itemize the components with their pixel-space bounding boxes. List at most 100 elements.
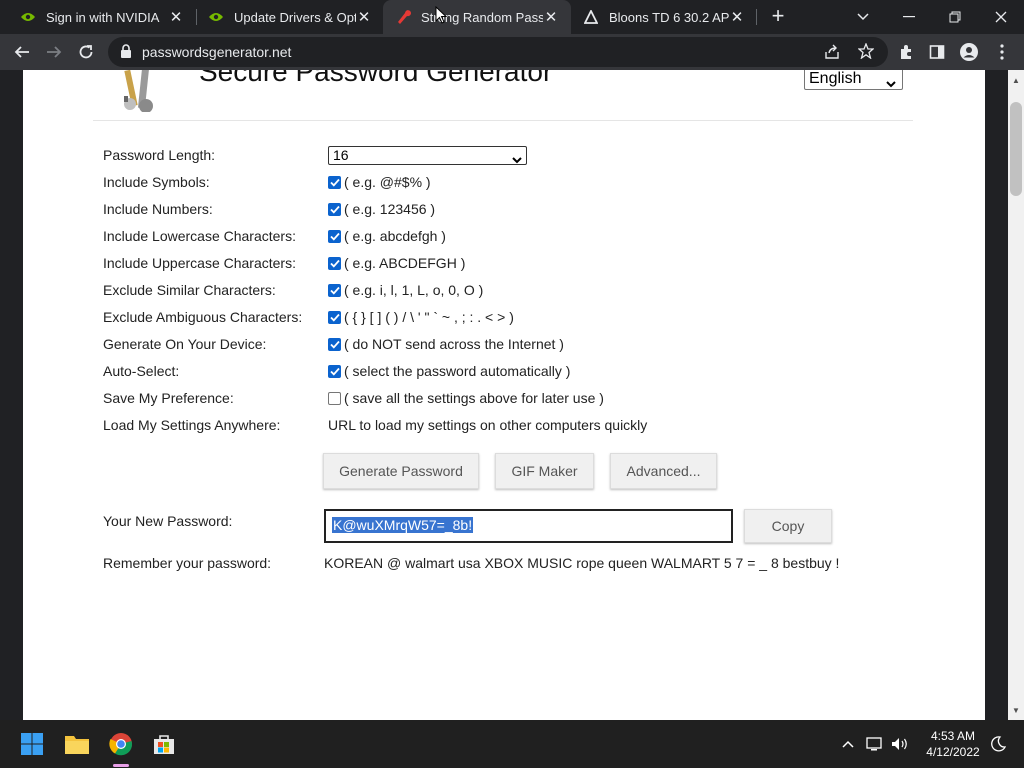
minimize-button[interactable] [886, 0, 932, 34]
include-uppercase-hint: ( e.g. ABCDEFGH ) [344, 255, 466, 271]
clock-time: 4:53 AM [930, 729, 976, 743]
advanced-button[interactable]: Advanced... [610, 453, 717, 489]
gif-maker-button[interactable]: GIF Maker [495, 453, 594, 489]
save-preference-option: ( save all the settings above for later … [328, 390, 604, 406]
lock-icon[interactable] [120, 44, 132, 63]
microsoft-store-icon[interactable] [148, 728, 180, 760]
bookmark-star-icon[interactable] [857, 42, 875, 64]
apk-triangle-icon [583, 9, 599, 25]
system-clock[interactable]: 4:53 AM 4/12/2022 [920, 728, 986, 760]
exclude-ambiguous-checkbox[interactable] [328, 310, 341, 324]
include-symbols-hint: ( e.g. @#$% ) [344, 174, 431, 190]
focus-moon-icon[interactable] [988, 734, 1008, 754]
close-window-button[interactable] [978, 0, 1024, 34]
file-explorer-icon[interactable] [61, 728, 93, 760]
tab-title: Sign in with NVIDIA [46, 9, 160, 25]
scrollbar-thumb[interactable] [1010, 102, 1022, 196]
generate-on-device-hint: ( do NOT send across the Internet ) [344, 336, 564, 352]
windows-taskbar: 4:53 AM 4/12/2022 [0, 720, 1024, 768]
include-uppercase-label: Include Uppercase Characters: [103, 255, 296, 271]
nvidia-icon [208, 9, 224, 25]
save-preference-hint: ( save all the settings above for later … [344, 390, 604, 406]
tab-password-generator[interactable]: Strong Random Passw ✕ [383, 0, 571, 34]
include-uppercase-checkbox[interactable] [328, 256, 341, 270]
password-length-select[interactable]: 16 [328, 146, 527, 165]
generate-on-device-checkbox[interactable] [328, 337, 341, 351]
tab-nvidia-signin[interactable]: Sign in with NVIDIA ✕ [0, 0, 196, 34]
password-length-value: 16 [333, 147, 349, 163]
scroll-down-arrow-icon[interactable]: ▼ [1008, 702, 1024, 718]
tab-separator [756, 9, 757, 25]
password-length-label: Password Length: [103, 147, 216, 163]
close-icon[interactable]: ✕ [543, 9, 559, 26]
restore-button[interactable] [932, 0, 978, 34]
include-numbers-hint: ( e.g. 123456 ) [344, 201, 436, 217]
exclude-ambiguous-option: ( { } [ ] ( ) / \ ' " ` ~ , ; : . < > ) [328, 309, 514, 325]
tab-search-button[interactable] [840, 0, 886, 34]
include-numbers-label: Include Numbers: [103, 201, 213, 217]
windows-start-icon[interactable] [16, 728, 48, 760]
include-lowercase-checkbox[interactable] [328, 229, 341, 243]
exclude-similar-hint: ( e.g. i, l, 1, L, o, 0, O ) [344, 282, 484, 298]
header-divider [93, 120, 913, 121]
reload-button[interactable] [72, 38, 100, 66]
include-uppercase-option: ( e.g. ABCDEFGH ) [328, 255, 465, 271]
generate-on-device-label: Generate On Your Device: [103, 336, 267, 352]
profile-avatar-icon[interactable] [955, 38, 983, 66]
save-preference-label: Save My Preference: [103, 390, 234, 406]
chrome-icon[interactable] [105, 728, 137, 760]
address-bar[interactable]: passwordsgenerator.net [108, 37, 888, 67]
keys-logo-icon [118, 70, 160, 117]
include-numbers-option: ( e.g. 123456 ) [328, 201, 435, 217]
back-button[interactable] [8, 38, 36, 66]
generate-password-button[interactable]: Generate Password [323, 453, 479, 489]
share-icon[interactable] [824, 44, 840, 65]
tab-update-drivers[interactable]: Update Drivers & Optic ✕ [188, 0, 384, 34]
include-numbers-checkbox[interactable] [328, 202, 341, 216]
site-title: Secure Password Generator [199, 70, 553, 87]
include-lowercase-label: Include Lowercase Characters: [103, 228, 296, 244]
new-tab-button[interactable]: + [766, 3, 790, 28]
new-password-field[interactable]: K@wuXMrqW57=_8b! [324, 509, 733, 543]
include-symbols-option: ( e.g. @#$% ) [328, 174, 431, 190]
exclude-ambiguous-hint: ( { } [ ] ( ) / \ ' " ` ~ , ; : . < > ) [344, 309, 514, 325]
auto-select-label: Auto-Select: [103, 363, 180, 379]
browser-toolbar: passwordsgenerator.net [0, 34, 1024, 70]
save-preference-checkbox[interactable] [328, 391, 341, 405]
auto-select-hint: ( select the password automatically ) [344, 363, 571, 379]
tab-strip: Sign in with NVIDIA ✕ Update Drivers & O… [0, 0, 1024, 34]
copy-button[interactable]: Copy [744, 509, 832, 543]
close-icon[interactable]: ✕ [168, 9, 184, 26]
load-settings-link[interactable]: URL to load my settings on other compute… [328, 417, 647, 433]
side-panel-icon[interactable] [923, 38, 951, 66]
clock-date: 4/12/2022 [926, 745, 980, 759]
include-symbols-checkbox[interactable] [328, 175, 341, 189]
exclude-similar-label: Exclude Similar Characters: [103, 282, 276, 298]
chevron-up-icon[interactable] [838, 734, 858, 754]
load-settings-label: Load My Settings Anywhere: [103, 417, 281, 433]
tab-bloons[interactable]: Bloons TD 6 30.2 APK - ✕ [571, 0, 757, 34]
extensions-icon[interactable] [892, 38, 920, 66]
page-scrollbar[interactable]: ▲ ▼ [1008, 70, 1024, 720]
close-icon[interactable]: ✕ [729, 9, 745, 26]
menu-kebab-icon[interactable] [988, 38, 1016, 66]
remember-password-text: KOREAN @ walmart usa XBOX MUSIC rope que… [324, 555, 840, 571]
forward-button[interactable] [40, 38, 68, 66]
language-select[interactable]: English [804, 70, 903, 90]
web-page: Secure Password Generator English Passwo… [23, 70, 985, 720]
scroll-up-arrow-icon[interactable]: ▲ [1008, 72, 1024, 88]
new-password-value: K@wuXMrqW57=_8b! [332, 517, 474, 533]
language-value: English [809, 70, 862, 87]
volume-icon[interactable] [890, 734, 910, 754]
auto-select-checkbox[interactable] [328, 364, 341, 378]
exclude-similar-option: ( e.g. i, l, 1, L, o, 0, O ) [328, 282, 483, 298]
exclude-similar-checkbox[interactable] [328, 283, 341, 297]
exclude-ambiguous-label: Exclude Ambiguous Characters: [103, 309, 303, 325]
auto-select-option: ( select the password automatically ) [328, 363, 570, 379]
network-icon[interactable] [865, 734, 885, 754]
generate-on-device-option: ( do NOT send across the Internet ) [328, 336, 564, 352]
close-icon[interactable]: ✕ [356, 9, 372, 26]
active-app-indicator [113, 764, 129, 767]
nvidia-icon [20, 9, 36, 25]
new-password-label: Your New Password: [103, 513, 233, 529]
